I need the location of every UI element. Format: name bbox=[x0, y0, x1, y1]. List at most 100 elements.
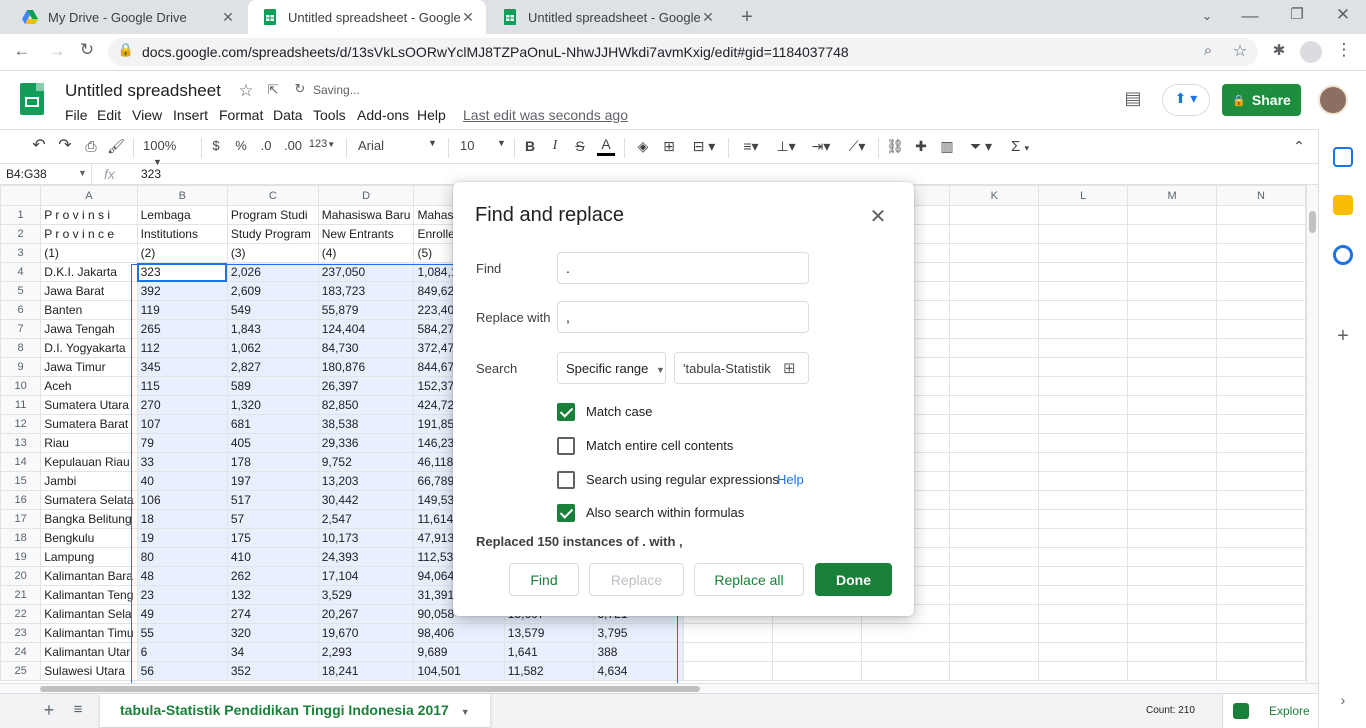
address-bar[interactable]: 🔒 docs.google.com/spreadsheets/d/13sVkLs… bbox=[108, 38, 1258, 66]
cell[interactable]: 132 bbox=[226, 585, 319, 605]
explore-button[interactable]: Explore bbox=[1222, 694, 1318, 728]
cell[interactable] bbox=[1127, 414, 1217, 434]
cell[interactable] bbox=[949, 528, 1040, 548]
cell[interactable]: (1) bbox=[40, 243, 138, 263]
row-header[interactable]: 14 bbox=[0, 452, 42, 472]
filter-icon[interactable]: ⏷ ▾ bbox=[963, 138, 999, 156]
row-header[interactable]: 3 bbox=[0, 243, 42, 263]
cell[interactable]: 345 bbox=[136, 357, 228, 377]
cell[interactable] bbox=[1127, 528, 1217, 548]
percent-button[interactable]: % bbox=[233, 138, 249, 156]
cell[interactable] bbox=[1127, 433, 1217, 453]
cell[interactable] bbox=[949, 357, 1040, 377]
cell[interactable] bbox=[682, 661, 773, 681]
keep-icon[interactable] bbox=[1333, 195, 1353, 215]
borders-icon[interactable]: ⊞ bbox=[660, 138, 678, 156]
cell[interactable] bbox=[1216, 509, 1306, 529]
cell[interactable] bbox=[1127, 509, 1217, 529]
column-header[interactable]: D bbox=[317, 185, 415, 206]
cell[interactable]: (4) bbox=[317, 243, 415, 263]
match-case-checkbox[interactable] bbox=[557, 403, 575, 421]
cell[interactable] bbox=[1216, 604, 1306, 624]
cell[interactable]: 82,850 bbox=[317, 395, 415, 415]
cell[interactable]: P r o v i n s i bbox=[40, 205, 138, 225]
cell[interactable] bbox=[1127, 566, 1217, 586]
cell[interactable]: 17,104 bbox=[317, 566, 415, 586]
cell[interactable] bbox=[771, 623, 862, 643]
formulas-checkbox[interactable] bbox=[557, 504, 575, 522]
cell[interactable] bbox=[1216, 357, 1306, 377]
cell[interactable] bbox=[1038, 547, 1129, 567]
strikethrough-button[interactable]: S bbox=[572, 138, 588, 156]
cell[interactable] bbox=[949, 376, 1040, 396]
cell[interactable]: D.I. Yogyakarta bbox=[40, 338, 138, 358]
cell[interactable] bbox=[1216, 281, 1306, 301]
cell[interactable]: 175 bbox=[226, 528, 319, 548]
cell[interactable]: 410 bbox=[226, 547, 319, 567]
replace-all-button[interactable]: Replace all bbox=[694, 563, 804, 596]
text-wrapping-icon[interactable]: ⇥▾ bbox=[807, 138, 835, 156]
cell[interactable]: 4,634 bbox=[593, 661, 684, 681]
currency-button[interactable]: $ bbox=[208, 138, 224, 156]
cell[interactable] bbox=[1038, 528, 1129, 548]
row-header[interactable]: 1 bbox=[0, 205, 42, 225]
cell[interactable]: 34 bbox=[226, 642, 319, 662]
row-header[interactable]: 21 bbox=[0, 585, 42, 605]
cell[interactable]: 183,723 bbox=[317, 281, 415, 301]
cell[interactable] bbox=[1127, 243, 1217, 263]
cell[interactable]: 589 bbox=[226, 376, 319, 396]
cell[interactable] bbox=[1127, 300, 1217, 320]
row-header[interactable]: 23 bbox=[0, 623, 42, 643]
cell[interactable]: Riau bbox=[40, 433, 138, 453]
italic-button[interactable]: I bbox=[547, 138, 563, 156]
row-header[interactable]: 13 bbox=[0, 433, 42, 453]
undo-icon[interactable]: ↶ bbox=[30, 135, 48, 154]
cell[interactable]: 79 bbox=[136, 433, 228, 453]
cell[interactable] bbox=[771, 661, 862, 681]
cell[interactable] bbox=[1038, 243, 1129, 263]
row-header[interactable]: 2 bbox=[0, 224, 42, 244]
text-rotation-icon[interactable]: ⟋▾ bbox=[842, 138, 872, 156]
cell[interactable] bbox=[1038, 338, 1129, 358]
tasks-icon[interactable] bbox=[1333, 245, 1353, 265]
insert-chart-icon[interactable]: ▥ bbox=[938, 138, 956, 156]
cell[interactable] bbox=[1127, 471, 1217, 491]
row-header[interactable]: 4 bbox=[0, 262, 42, 282]
cell[interactable]: 270 bbox=[136, 395, 228, 415]
cell[interactable]: 180,876 bbox=[317, 357, 415, 377]
cell[interactable] bbox=[1216, 300, 1306, 320]
tab-search-icon[interactable]: ⌄ bbox=[1195, 8, 1219, 24]
share-button[interactable]: 🔒 Share bbox=[1222, 84, 1301, 116]
cell[interactable]: 13,579 bbox=[503, 623, 595, 643]
cell[interactable] bbox=[1127, 661, 1217, 681]
cell[interactable]: 40 bbox=[136, 471, 228, 491]
cell[interactable] bbox=[1038, 490, 1129, 510]
cell[interactable]: Jambi bbox=[40, 471, 138, 491]
cell[interactable] bbox=[1038, 414, 1129, 434]
fill-color-icon[interactable]: ◈ bbox=[634, 138, 652, 156]
cell[interactable]: 2,609 bbox=[226, 281, 319, 301]
cell[interactable]: 124,404 bbox=[317, 319, 415, 339]
cell[interactable] bbox=[949, 547, 1040, 567]
cell[interactable] bbox=[1127, 490, 1217, 510]
star-icon[interactable]: ☆ bbox=[234, 81, 258, 101]
horizontal-scrollbar[interactable] bbox=[0, 683, 1318, 693]
row-header[interactable]: 9 bbox=[0, 357, 42, 377]
row-header[interactable]: 8 bbox=[0, 338, 42, 358]
cell[interactable]: 112 bbox=[136, 338, 228, 358]
regex-checkbox[interactable] bbox=[557, 471, 575, 489]
cell[interactable] bbox=[949, 338, 1040, 358]
cell[interactable]: 9,689 bbox=[413, 642, 505, 662]
cell[interactable]: 19,670 bbox=[317, 623, 415, 643]
cell[interactable]: 11,582 bbox=[503, 661, 595, 681]
column-header[interactable]: N bbox=[1216, 185, 1306, 206]
cell[interactable] bbox=[1216, 585, 1306, 605]
cell[interactable] bbox=[1216, 376, 1306, 396]
cell[interactable]: 323 bbox=[136, 262, 228, 282]
formula-input[interactable]: 323 bbox=[141, 167, 161, 181]
cell[interactable]: 392 bbox=[136, 281, 228, 301]
row-header[interactable]: 16 bbox=[0, 490, 42, 510]
cell[interactable] bbox=[1216, 528, 1306, 548]
cell[interactable]: 681 bbox=[226, 414, 319, 434]
collapse-toolbar-icon[interactable]: ⌃ bbox=[1290, 138, 1308, 156]
